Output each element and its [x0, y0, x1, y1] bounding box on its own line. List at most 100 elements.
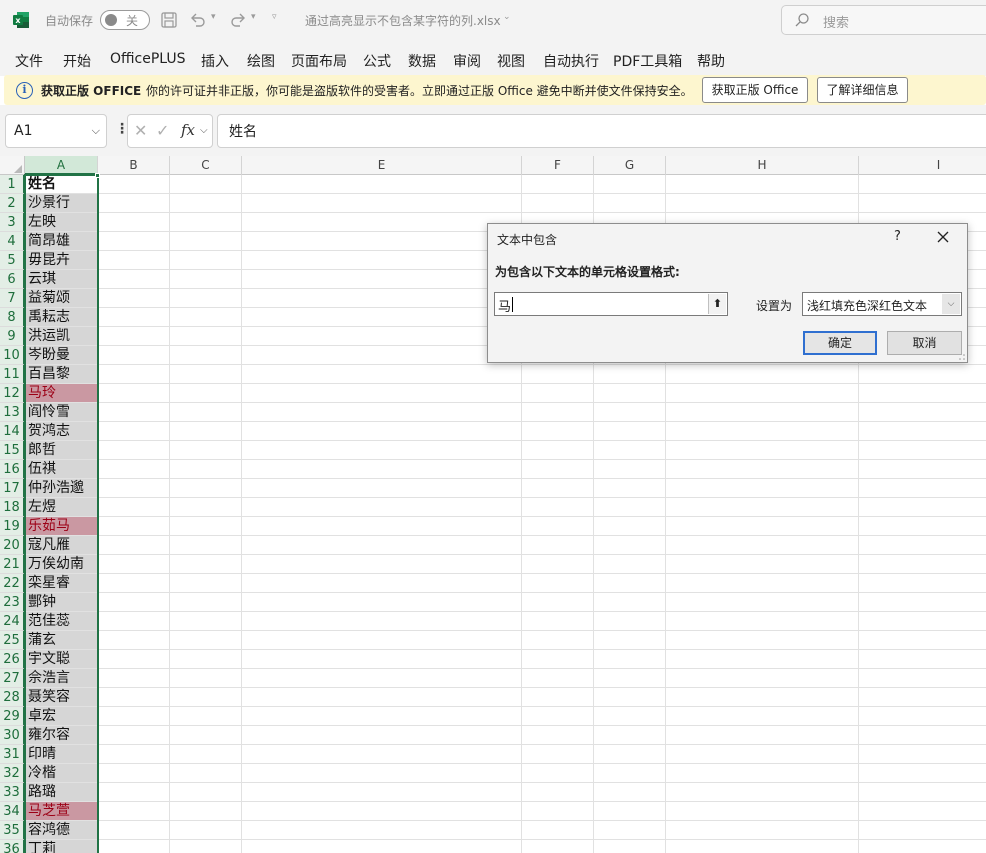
row-header[interactable]: 3 [0, 213, 25, 232]
customize-toolbar-icon[interactable]: ▿ [272, 12, 277, 22]
row-header[interactable]: 20 [0, 536, 25, 555]
row-header[interactable]: 31 [0, 745, 25, 764]
row-header[interactable]: 4 [0, 232, 25, 251]
cancel-button[interactable]: 取消 [887, 331, 962, 355]
license-warning-bar: i 获取正版 OFFICE 你的许可证并非正版，你可能是盗版软件的受害者。立即通… [4, 75, 986, 105]
row-header[interactable]: 15 [0, 441, 25, 460]
menu-page-layout[interactable]: 页面布局 [291, 51, 347, 71]
row-header[interactable]: 16 [0, 460, 25, 479]
menu-formulas[interactable]: 公式 [363, 51, 391, 71]
format-select[interactable]: 浅红填充色深红色文本 ⌵ [802, 292, 962, 316]
resize-grip-icon[interactable] [957, 352, 965, 360]
chevron-down-icon[interactable]: ⌵ [942, 294, 960, 314]
row-header[interactable]: 11 [0, 365, 25, 384]
column-header-h[interactable]: H [666, 156, 859, 175]
column-header-a[interactable]: A [25, 156, 98, 175]
menu-home[interactable]: 开始 [63, 51, 91, 71]
filename-chevron-icon[interactable]: ⌄ [503, 12, 511, 22]
column-header-g[interactable]: G [594, 156, 666, 175]
search-icon [795, 13, 809, 27]
row-header[interactable]: 32 [0, 764, 25, 783]
formula-controls: ✕ ✓ fx ⌵ [127, 114, 213, 148]
row-header[interactable]: 18 [0, 498, 25, 517]
undo-icon[interactable] [188, 10, 208, 30]
row-header[interactable]: 27 [0, 669, 25, 688]
gridline [25, 535, 986, 536]
row-header[interactable]: 22 [0, 574, 25, 593]
undo-dropdown-icon[interactable]: ▾ [211, 12, 216, 22]
gridline [25, 649, 986, 650]
row-header[interactable]: 35 [0, 821, 25, 840]
row-header[interactable]: 34 [0, 802, 25, 821]
column-header-i[interactable]: I [859, 156, 986, 175]
redo-dropdown-icon[interactable]: ▾ [251, 12, 256, 22]
row-header[interactable]: 17 [0, 479, 25, 498]
search-box[interactable]: 搜索 [781, 5, 986, 35]
row-header[interactable]: 13 [0, 403, 25, 422]
column-header-b[interactable]: B [98, 156, 170, 175]
name-box-chevron-icon[interactable]: ⌵ [92, 124, 100, 138]
row-header[interactable]: 29 [0, 707, 25, 726]
column-header-e[interactable]: E [242, 156, 522, 175]
row-header[interactable]: 23 [0, 593, 25, 612]
cancel-entry-icon[interactable]: ✕ [134, 121, 147, 140]
learn-more-button[interactable]: 了解详细信息 [817, 77, 908, 103]
row-header[interactable]: 19 [0, 517, 25, 536]
row-header[interactable]: 14 [0, 422, 25, 441]
menu-file[interactable]: 文件 [15, 51, 43, 71]
insert-function-icon[interactable]: fx [181, 121, 195, 139]
row-header[interactable]: 8 [0, 308, 25, 327]
row-header[interactable]: 12 [0, 384, 25, 403]
row-header[interactable]: 10 [0, 346, 25, 365]
fx-chevron-icon[interactable]: ⌵ [200, 125, 208, 136]
redo-icon[interactable] [228, 10, 248, 30]
get-genuine-office-button[interactable]: 获取正版 Office [702, 77, 808, 103]
row-header[interactable]: 9 [0, 327, 25, 346]
info-icon: i [16, 82, 33, 99]
column-header-f[interactable]: F [522, 156, 594, 175]
menu-pdf-tools[interactable]: PDF工具箱 [613, 51, 682, 71]
gridline [25, 839, 986, 840]
confirm-entry-icon[interactable]: ✓ [156, 121, 169, 140]
ok-button[interactable]: 确定 [803, 331, 877, 355]
menu-automate[interactable]: 自动执行 [543, 51, 599, 71]
menu-data[interactable]: 数据 [408, 51, 436, 71]
column-header-c[interactable]: C [170, 156, 242, 175]
excel-logo-icon: x [13, 12, 29, 28]
contains-text-input[interactable]: 马 ⬆ [494, 292, 728, 316]
row-header[interactable]: 24 [0, 612, 25, 631]
close-icon[interactable] [935, 229, 951, 245]
autosave-label: 自动保存 [45, 14, 94, 28]
gridline [25, 212, 986, 213]
row-header[interactable]: 7 [0, 289, 25, 308]
menu-draw[interactable]: 绘图 [247, 51, 275, 71]
select-all-corner[interactable] [0, 156, 25, 175]
menu-officeplus[interactable]: OfficePLUS [110, 51, 186, 67]
fill-handle[interactable] [95, 173, 100, 178]
row-header[interactable]: 6 [0, 270, 25, 289]
row-header[interactable]: 2 [0, 194, 25, 213]
file-name[interactable]: 通过高亮显示不包含某字符的列.xlsx [305, 12, 501, 29]
formula-input[interactable]: 姓名 [217, 114, 986, 148]
warning-message: 你的许可证并非正版，你可能是盗版软件的受害者。立即通过正版 Office 避免中… [146, 84, 693, 98]
menu-view[interactable]: 视图 [497, 51, 525, 71]
collapse-dialog-icon[interactable]: ⬆ [708, 294, 726, 314]
menu-insert[interactable]: 插入 [201, 51, 229, 71]
row-header[interactable]: 30 [0, 726, 25, 745]
help-icon[interactable]: ? [894, 229, 901, 244]
menu-review[interactable]: 审阅 [453, 51, 481, 71]
gridline [25, 801, 986, 802]
row-header[interactable]: 21 [0, 555, 25, 574]
autosave-toggle[interactable]: 关 [100, 10, 150, 30]
row-header[interactable]: 25 [0, 631, 25, 650]
name-box[interactable]: A1 ⌵ [5, 114, 107, 148]
row-header[interactable]: 1 [0, 175, 25, 194]
menu-help[interactable]: 帮助 [697, 51, 725, 71]
row-header[interactable]: 36 [0, 840, 25, 853]
svg-text:x: x [15, 16, 21, 25]
row-header[interactable]: 26 [0, 650, 25, 669]
row-header[interactable]: 33 [0, 783, 25, 802]
row-header[interactable]: 5 [0, 251, 25, 270]
row-header[interactable]: 28 [0, 688, 25, 707]
save-icon[interactable] [159, 10, 179, 30]
